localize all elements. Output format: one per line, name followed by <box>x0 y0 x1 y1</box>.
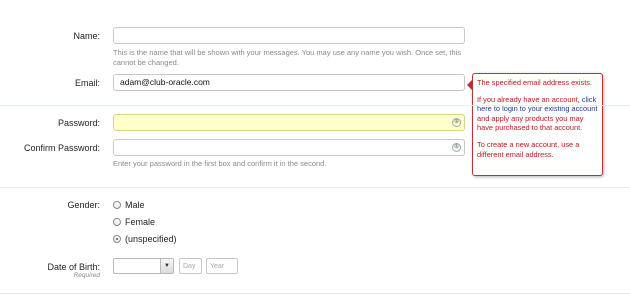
confirm-password-hint: Enter your password in the first box and… <box>113 159 327 168</box>
gender-option-female[interactable]: Female <box>113 217 155 228</box>
name-hint: This is the name that will be shown with… <box>113 48 462 67</box>
gender-option-label: Female <box>125 217 156 227</box>
dob-required-note: Required <box>73 272 100 279</box>
password-label: Password: <box>57 118 100 128</box>
gender-option-label: (unspecified) <box>125 234 177 244</box>
error-line-2-after: and apply any products you may have purc… <box>477 113 584 133</box>
section-separator <box>0 105 630 106</box>
gender-option-label: Male <box>125 200 145 210</box>
section-separator <box>0 293 630 294</box>
radio-male[interactable] <box>113 201 121 209</box>
email-input[interactable]: adam@club-oracle.com <box>113 74 465 91</box>
error-line-2-before: If you already have an account, <box>477 94 582 104</box>
dob-month-select[interactable]: ▼ <box>113 258 174 274</box>
password-input[interactable]: ⊕ <box>113 114 465 131</box>
name-label: Name: <box>73 31 100 41</box>
confirm-password-input[interactable]: ⊕ <box>113 139 465 156</box>
confirm-password-label: Confirm Password: <box>23 143 100 153</box>
password-reveal-icon[interactable]: ⊕ <box>452 118 461 127</box>
chevron-down-icon[interactable]: ▼ <box>160 259 173 273</box>
dob-year-input[interactable]: Year <box>206 258 238 274</box>
gender-option-unspecified[interactable]: (unspecified) <box>113 234 177 245</box>
gender-label: Gender: <box>67 200 100 210</box>
radio-female[interactable] <box>113 218 121 226</box>
email-label: Email: <box>74 78 100 88</box>
dob-label: Date of Birth: <box>47 262 100 272</box>
dob-day-input[interactable]: Day <box>179 258 202 274</box>
email-error-tooltip: The specified email address exists. If y… <box>472 73 603 176</box>
radio-unspecified[interactable] <box>113 235 121 243</box>
section-separator <box>0 187 630 188</box>
name-input[interactable] <box>113 27 465 44</box>
error-line-2: If you already have an account, click he… <box>477 95 598 133</box>
error-line-3: To create a new account, use a different… <box>477 139 580 159</box>
gender-option-male[interactable]: Male <box>113 200 145 211</box>
confirm-password-reveal-icon[interactable]: ⊕ <box>452 143 461 152</box>
error-line-1: The specified email address exists. <box>477 78 593 87</box>
